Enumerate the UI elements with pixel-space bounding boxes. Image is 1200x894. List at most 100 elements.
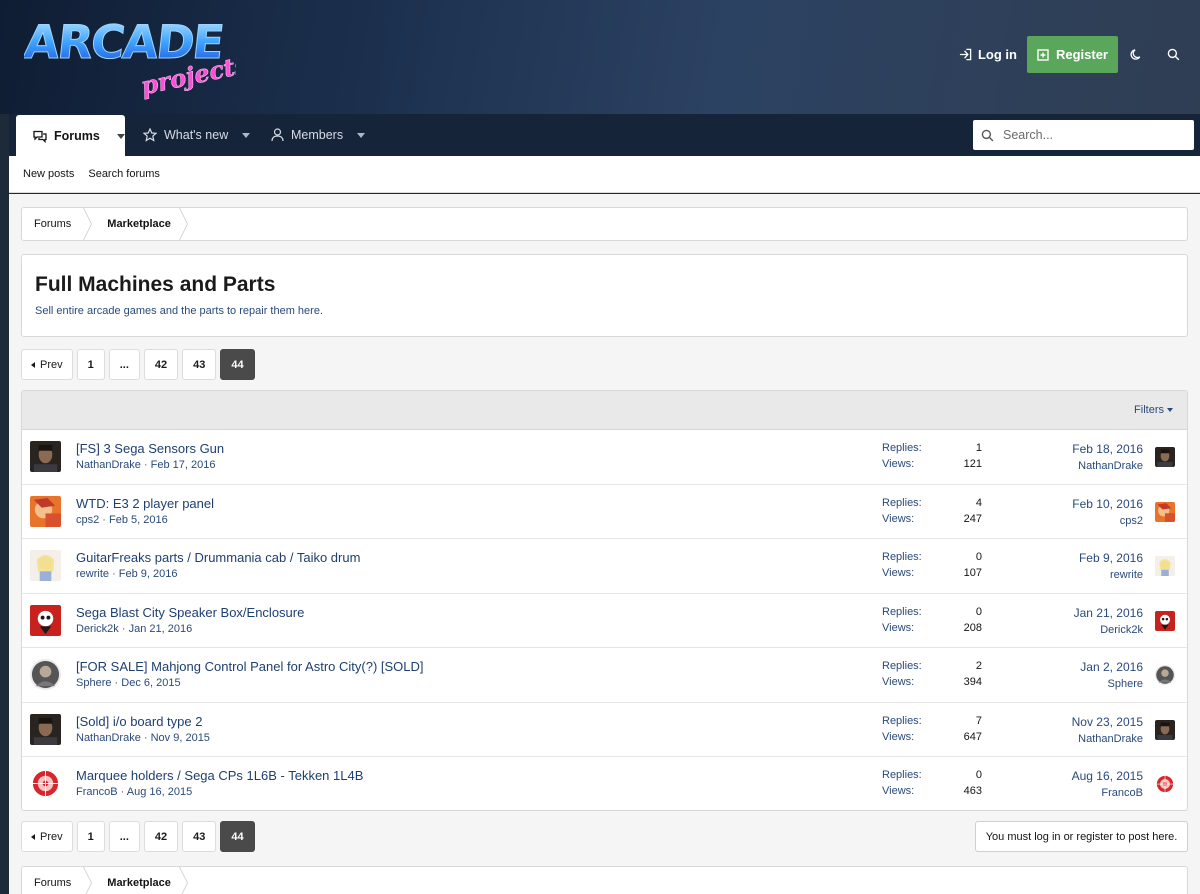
- page-ellipsis[interactable]: ...: [108, 349, 140, 380]
- avatar[interactable]: [30, 495, 61, 527]
- last-poster-avatar[interactable]: [1155, 774, 1175, 794]
- site-logo[interactable]: ARCADE projects: [24, 6, 236, 102]
- replies-label: Replies:: [882, 605, 922, 618]
- page-button[interactable]: 42: [143, 349, 179, 380]
- last-post-user[interactable]: rewrite: [1110, 569, 1143, 581]
- last-poster-avatar[interactable]: [1155, 719, 1175, 740]
- tab-whats-new[interactable]: What's new: [143, 114, 251, 156]
- last-post-user[interactable]: NathanDrake: [1078, 460, 1143, 472]
- avatar[interactable]: [30, 550, 61, 581]
- views-count: 463: [963, 785, 982, 797]
- thread-author-link[interactable]: FrancoB: [76, 786, 118, 798]
- prev-page-button[interactable]: Prev: [21, 821, 73, 852]
- login-button[interactable]: Log in: [949, 36, 1027, 73]
- breadcrumb-marketplace[interactable]: Marketplace: [83, 208, 188, 240]
- avatar[interactable]: [30, 441, 61, 472]
- filters-button[interactable]: Filters: [1134, 404, 1173, 416]
- register-button[interactable]: Register: [1026, 36, 1118, 73]
- tab-members[interactable]: Members: [271, 114, 366, 156]
- breadcrumb-forums[interactable]: Forums: [22, 208, 93, 240]
- last-post-date[interactable]: Jan 21, 2016: [1074, 606, 1143, 620]
- thread-start-date[interactable]: Aug 16, 2015: [127, 786, 192, 798]
- thread-author-link[interactable]: Sphere: [76, 677, 111, 689]
- thread-start-date[interactable]: Nov 9, 2015: [151, 732, 210, 744]
- thread-row[interactable]: Marquee holders / Sega CPs 1L6B - Tekken…: [22, 757, 1187, 810]
- last-post-user[interactable]: FrancoB: [1101, 787, 1143, 799]
- last-poster-avatar[interactable]: [1155, 447, 1175, 467]
- breadcrumb-forums[interactable]: Forums: [22, 867, 93, 894]
- last-post-date[interactable]: Nov 23, 2015: [1072, 715, 1143, 729]
- avatar[interactable]: [30, 604, 61, 636]
- search-forums-link[interactable]: Search forums: [88, 168, 160, 180]
- last-post-date[interactable]: Jan 2, 2016: [1080, 660, 1143, 674]
- page-button[interactable]: 1: [76, 349, 105, 380]
- last-post-user[interactable]: Derick2k: [1100, 624, 1143, 636]
- thread-title-link[interactable]: [Sold] i/o board type 2: [76, 714, 202, 729]
- last-post-user[interactable]: Sphere: [1108, 678, 1143, 690]
- register-icon: [1037, 48, 1049, 61]
- thread-author-link[interactable]: NathanDrake: [76, 732, 141, 744]
- last-post-date[interactable]: Feb 9, 2016: [1079, 551, 1143, 565]
- page-button[interactable]: 43: [182, 821, 217, 852]
- replies-label: Replies:: [882, 496, 922, 509]
- last-post-user[interactable]: cps2: [1120, 515, 1143, 527]
- search-input[interactable]: Search...: [973, 120, 1194, 150]
- thread-meta: cps2 · Feb 5, 2016: [76, 514, 168, 526]
- last-post-date[interactable]: Feb 10, 2016: [1072, 497, 1143, 511]
- thread-start-date[interactable]: Feb 17, 2016: [151, 459, 216, 471]
- new-posts-link[interactable]: New posts: [23, 168, 74, 180]
- thread-row[interactable]: [Sold] i/o board type 2 NathanDrake · Nov…: [22, 703, 1187, 757]
- thread-title-link[interactable]: Marquee holders / Sega CPs 1L6B - Tekken…: [76, 768, 363, 783]
- thread-row[interactable]: WTD: E3 2 player panel cps2 · Feb 5, 2016…: [22, 485, 1187, 539]
- avatar[interactable]: [30, 713, 61, 745]
- last-post-date[interactable]: Feb 18, 2016: [1072, 442, 1143, 456]
- thread-title-link[interactable]: [FOR SALE] Mahjong Control Panel for Ast…: [76, 659, 424, 674]
- thread-title-link[interactable]: WTD: E3 2 player panel: [76, 496, 214, 511]
- last-poster-avatar[interactable]: [1155, 610, 1175, 631]
- page-title: Full Machines and Parts: [35, 273, 276, 296]
- last-poster-avatar[interactable]: [1155, 501, 1175, 522]
- prev-page-button[interactable]: Prev: [21, 349, 73, 380]
- main-content: Forums Marketplace Full Machines and Par…: [9, 194, 1200, 894]
- breadcrumb-marketplace[interactable]: Marketplace: [83, 867, 188, 894]
- chevron-down-icon[interactable]: [116, 133, 125, 139]
- chevron-down-icon[interactable]: [357, 132, 366, 138]
- thread-start-date[interactable]: Feb 5, 2016: [109, 514, 168, 526]
- page-button-current[interactable]: 44: [220, 349, 255, 380]
- thread-author-link[interactable]: cps2: [76, 514, 99, 526]
- thread-row[interactable]: [FOR SALE] Mahjong Control Panel for Ast…: [22, 648, 1187, 703]
- thread-author-link[interactable]: rewrite: [76, 568, 109, 580]
- thread-author-link[interactable]: NathanDrake: [76, 459, 141, 471]
- page-button[interactable]: 43: [182, 349, 217, 380]
- tab-label: Forums: [54, 129, 100, 143]
- page-ellipsis[interactable]: ...: [108, 821, 140, 852]
- last-post-user[interactable]: NathanDrake: [1078, 733, 1143, 745]
- replies-count: 2: [975, 660, 982, 672]
- avatar[interactable]: [30, 659, 61, 690]
- thread-author-link[interactable]: Derick2k: [76, 623, 119, 635]
- avatar[interactable]: [30, 768, 61, 799]
- page-button[interactable]: 1: [76, 821, 105, 852]
- last-poster-avatar[interactable]: [1155, 556, 1175, 576]
- thread-start-date[interactable]: Dec 6, 2015: [121, 677, 180, 689]
- chevron-down-icon[interactable]: [242, 132, 251, 138]
- thread-start-date[interactable]: Jan 21, 2016: [129, 623, 193, 635]
- thread-title-link[interactable]: Sega Blast City Speaker Box/Enclosure: [76, 605, 304, 620]
- header-search-button[interactable]: [1155, 36, 1192, 73]
- thread-row[interactable]: Sega Blast City Speaker Box/Enclosure Der…: [22, 594, 1187, 648]
- last-poster-avatar[interactable]: [1155, 665, 1175, 685]
- login-required-notice[interactable]: You must log in or register to post here…: [975, 821, 1188, 852]
- thread-title-link[interactable]: [FS] 3 Sega Sensors Gun: [76, 441, 224, 456]
- views-label: Views:: [882, 730, 915, 743]
- thread-row[interactable]: [FS] 3 Sega Sensors Gun NathanDrake · Feb…: [22, 430, 1187, 485]
- tab-forums[interactable]: Forums: [16, 115, 125, 157]
- thread-start-date[interactable]: Feb 9, 2016: [119, 568, 178, 580]
- views-label: Views:: [882, 567, 915, 579]
- thread-row[interactable]: GuitarFreaks parts / Drummania cab / Tai…: [22, 539, 1187, 594]
- page-button[interactable]: 42: [143, 821, 179, 852]
- views-label: Views:: [882, 676, 915, 688]
- style-toggle-button[interactable]: [1118, 36, 1155, 73]
- last-post-date[interactable]: Aug 16, 2015: [1072, 769, 1143, 783]
- page-button-current[interactable]: 44: [220, 821, 255, 852]
- thread-title-link[interactable]: GuitarFreaks parts / Drummania cab / Tai…: [76, 550, 360, 565]
